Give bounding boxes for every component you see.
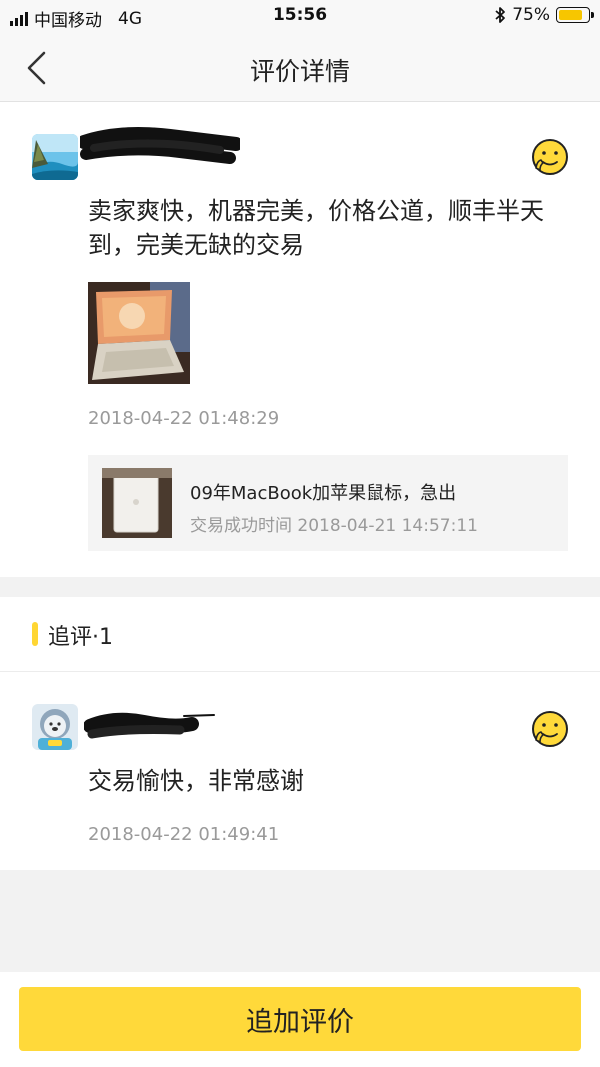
battery-icon (556, 7, 594, 23)
navigation-bar: 评价详情 (0, 34, 600, 102)
reviewer-avatar[interactable] (32, 134, 78, 180)
item-thumbnail (102, 468, 172, 538)
status-bar: 中国移动 4G 15:56 75% (0, 0, 600, 34)
redacted-username (84, 712, 215, 739)
review-photo[interactable] (88, 282, 190, 384)
item-link[interactable]: 09年MacBook加苹果鼠标，急出 交易成功时间 2018-04-21 14:… (88, 455, 568, 551)
followup-text: 交易愉快，非常感谢 (88, 767, 304, 795)
review-text: 卖家爽快，机器完美，价格公道，顺丰半天到，完美无缺的交易 (88, 197, 544, 259)
followup-timestamp: 2018-04-22 01:49:41 (88, 824, 280, 845)
emoji-face-icon (532, 711, 568, 747)
item-title: 09年MacBook加苹果鼠标，急出 (190, 483, 457, 504)
followup-label: 追评·1 (48, 625, 113, 650)
followup-avatar[interactable] (32, 704, 78, 750)
section-accent-bar (32, 622, 38, 646)
review-timestamp: 2018-04-22 01:48:29 (88, 408, 280, 429)
redacted-username (80, 127, 240, 164)
bottom-action-bar: 追加评价 (0, 972, 600, 1067)
add-review-button[interactable]: 追加评价 (19, 987, 581, 1051)
battery-percent: 75% (512, 5, 550, 25)
status-right: 75% (494, 5, 594, 25)
page-title: 评价详情 (249, 57, 350, 86)
item-trade-time: 交易成功时间 2018-04-21 14:57:11 (190, 516, 478, 536)
followup-header: 追评·1 (0, 597, 600, 672)
followup-card: 交易愉快，非常感谢 2018-04-22 01:49:41 (0, 672, 600, 870)
review-card: 卖家爽快，机器完美，价格公道，顺丰半天到，完美无缺的交易 2018-04-22 … (0, 102, 600, 577)
emoji-face-icon (532, 139, 568, 175)
bluetooth-icon (495, 7, 506, 23)
